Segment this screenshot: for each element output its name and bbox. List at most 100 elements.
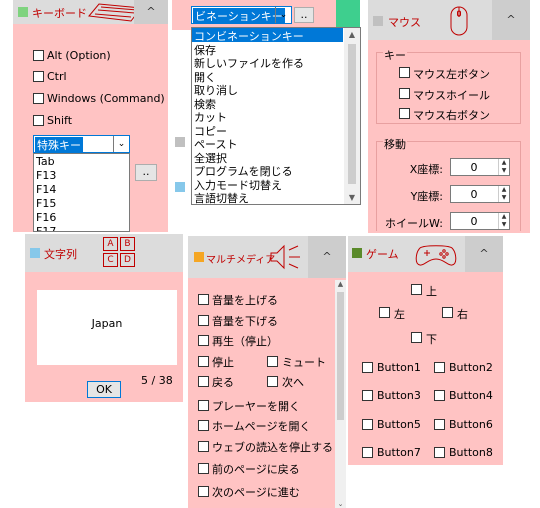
list-item[interactable]: 開く xyxy=(192,69,360,84)
list-item[interactable]: Tab xyxy=(34,154,129,168)
list-item[interactable]: F15 xyxy=(34,196,129,210)
mouse-right-checkbox[interactable] xyxy=(399,108,410,119)
up-label: 上 xyxy=(426,285,437,298)
ctrl-checkbox[interactable] xyxy=(33,71,44,82)
next-checkbox[interactable] xyxy=(267,376,278,387)
list-item[interactable]: 新しいファイルを作る xyxy=(192,55,360,70)
x-coord-label: X座標: xyxy=(409,163,443,176)
mute-checkbox[interactable] xyxy=(267,356,278,367)
list-item[interactable]: F14 xyxy=(34,182,129,196)
game-header[interactable]: ゲーム ^ xyxy=(348,236,503,272)
spin-up-icon[interactable]: ▲ xyxy=(498,186,509,194)
scroll-up-icon[interactable]: ▲ xyxy=(335,280,346,288)
button5-checkbox[interactable] xyxy=(362,419,373,430)
play-label: 再生（停止） xyxy=(212,335,278,348)
multimedia-scrollbar[interactable]: ▲ ⌄ xyxy=(335,280,346,508)
wheel-w-stepper[interactable]: 0 ▲ ▼ xyxy=(450,212,510,230)
button7-label: Button7 xyxy=(377,446,421,459)
back-checkbox[interactable] xyxy=(198,376,209,387)
spin-down-icon[interactable]: ▼ xyxy=(498,167,509,175)
stop-loading-checkbox[interactable] xyxy=(198,441,209,452)
left-checkbox[interactable] xyxy=(379,307,390,318)
chevron-up-icon: ^ xyxy=(479,247,489,260)
list-item-selected[interactable]: コンビネーションキー xyxy=(192,28,343,43)
scroll-down-icon[interactable]: ⌄ xyxy=(335,500,346,508)
game-collapse-button[interactable]: ^ xyxy=(465,236,503,272)
list-item[interactable]: F13 xyxy=(34,168,129,182)
list-item[interactable]: 検索 xyxy=(192,96,360,111)
open-player-checkbox[interactable] xyxy=(198,400,209,411)
shift-checkbox[interactable] xyxy=(33,115,44,126)
button8-checkbox[interactable] xyxy=(434,447,445,458)
special-key-select[interactable]: 特殊キー ⌄ xyxy=(33,135,130,153)
mouse-move-group-label: 移動 xyxy=(383,136,407,152)
volume-up-checkbox[interactable] xyxy=(198,294,209,305)
mouse-left-checkbox[interactable] xyxy=(399,67,410,78)
y-coord-stepper[interactable]: 0 ▲ ▼ xyxy=(450,185,510,203)
mouse-collapse-button[interactable]: ^ xyxy=(492,0,530,40)
mouse-wheel-checkbox[interactable] xyxy=(399,88,410,99)
scroll-thumb[interactable] xyxy=(337,292,344,420)
list-item[interactable]: ペースト xyxy=(192,136,360,151)
spin-up-icon[interactable]: ▲ xyxy=(498,159,509,167)
x-coord-stepper[interactable]: 0 ▲ ▼ xyxy=(450,158,510,176)
down-checkbox[interactable] xyxy=(411,332,422,343)
combination-more-button[interactable]: .. xyxy=(294,7,314,23)
text-header[interactable]: 文字列 A B C D xyxy=(25,234,183,272)
mouse-header[interactable]: マウス ^ xyxy=(368,0,530,40)
next-page-checkbox[interactable] xyxy=(198,486,209,497)
keyboard-collapse-button[interactable]: ^ xyxy=(134,0,168,24)
ok-button[interactable]: OK xyxy=(87,381,121,398)
list-item[interactable]: 言語切替え xyxy=(192,190,360,204)
keyboard-color-swatch xyxy=(18,7,28,17)
underlying-gray-swatch xyxy=(175,137,185,147)
list-item[interactable]: 取り消し xyxy=(192,82,360,97)
list-item[interactable]: F16 xyxy=(34,210,129,224)
special-key-browse-button[interactable]: .. xyxy=(135,164,157,181)
button8-label: Button8 xyxy=(449,446,493,459)
up-checkbox[interactable] xyxy=(411,284,422,295)
list-item[interactable]: 全選択 xyxy=(192,150,360,165)
text-content-box[interactable]: Japan xyxy=(37,290,177,365)
keyboard-header[interactable]: キーボード ^ xyxy=(13,0,168,24)
volume-down-checkbox[interactable] xyxy=(198,315,209,326)
scroll-thumb[interactable] xyxy=(348,44,356,184)
spin-up-icon[interactable]: ▲ xyxy=(498,213,509,221)
button6-checkbox[interactable] xyxy=(434,419,445,430)
spin-down-icon[interactable]: ▼ xyxy=(498,194,509,202)
combination-select[interactable]: ビネーションキー ⌄ xyxy=(191,6,292,24)
spin-down-icon[interactable]: ▼ xyxy=(498,221,509,229)
list-item[interactable]: F17 xyxy=(34,224,129,231)
wheel-w-value: 0 xyxy=(470,215,478,228)
open-homepage-checkbox[interactable] xyxy=(198,420,209,431)
shift-label: Shift xyxy=(47,114,73,127)
list-item[interactable]: 入力モード切替え xyxy=(192,177,360,192)
prev-page-checkbox[interactable] xyxy=(198,463,209,474)
volume-up-label: 音量を上げる xyxy=(212,294,278,307)
scroll-up-icon[interactable]: ▲ xyxy=(344,30,360,39)
button7-checkbox[interactable] xyxy=(362,447,373,458)
stop-checkbox[interactable] xyxy=(198,356,209,367)
left-label: 左 xyxy=(394,308,405,321)
button3-checkbox[interactable] xyxy=(362,390,373,401)
mouse-title: マウス xyxy=(388,16,421,29)
list-item[interactable]: プログラムを閉じる xyxy=(192,163,360,178)
play-checkbox[interactable] xyxy=(198,335,209,346)
button4-checkbox[interactable] xyxy=(434,390,445,401)
button2-checkbox[interactable] xyxy=(434,362,445,373)
button1-checkbox[interactable] xyxy=(362,362,373,373)
multimedia-header[interactable]: マルチメディア ^ xyxy=(188,236,346,278)
scroll-down-icon[interactable]: ▼ xyxy=(344,193,360,202)
alt-checkbox[interactable] xyxy=(33,50,44,61)
down-label: 下 xyxy=(426,333,437,346)
abcd-icon: A B C D xyxy=(103,237,137,269)
mouse-move-group: 移動 X座標: 0 ▲ ▼ Y座標: 0 ▲ ▼ ホイールW: 0 ▲ ▼ xyxy=(376,136,521,231)
combination-scrollbar[interactable]: ▲ ▼ xyxy=(344,28,360,204)
list-item[interactable]: コピー xyxy=(192,123,360,138)
multimedia-collapse-button[interactable]: ^ xyxy=(308,236,346,278)
gamepad-icon xyxy=(414,242,458,271)
windows-checkbox[interactable] xyxy=(33,93,44,104)
right-checkbox[interactable] xyxy=(442,307,453,318)
list-item[interactable]: 保存 xyxy=(192,42,360,57)
list-item[interactable]: カット xyxy=(192,109,360,124)
